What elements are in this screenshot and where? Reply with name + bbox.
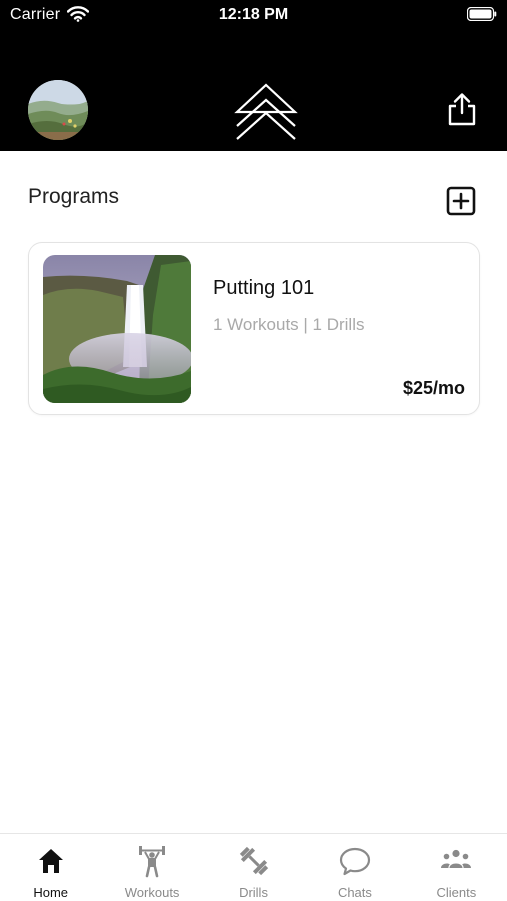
waterfall-image <box>43 255 191 403</box>
clients-group-icon <box>441 849 472 868</box>
tab-label: Home <box>33 885 69 900</box>
tab-drills[interactable]: Drills <box>203 834 304 901</box>
tab-workouts[interactable]: Workouts <box>101 834 202 901</box>
tab-label: Workouts <box>124 885 180 900</box>
share-icon[interactable] <box>446 92 478 126</box>
plus-square-icon[interactable] <box>446 186 476 216</box>
tab-label: Chats <box>337 885 372 900</box>
weightlifter-icon <box>139 846 166 878</box>
tab-chats[interactable]: Chats <box>304 834 405 901</box>
chat-bubble-icon <box>339 847 371 876</box>
dumbbell-icon <box>239 846 268 876</box>
program-meta: 1 Workouts | 1 Drills <box>213 315 365 334</box>
tab-clients[interactable]: Clients <box>406 834 507 901</box>
avatar-image <box>28 80 88 140</box>
program-price: $25/mo <box>402 378 465 398</box>
double-chevron-up-logo <box>234 83 298 140</box>
program-title: Putting 101 <box>213 277 315 299</box>
status-time: 12:18 PM <box>218 6 289 23</box>
tab-label: Drills <box>239 885 268 900</box>
status-bar: Carrier 12:18 PM <box>0 0 507 30</box>
profile-avatar[interactable] <box>28 80 88 140</box>
programs-title: Programs <box>28 185 120 208</box>
top-header: Carrier 12:18 PM <box>0 0 507 151</box>
battery-icon <box>467 7 497 21</box>
program-card[interactable]: Putting 101 1 Workouts | 1 Drills $25/mo <box>28 242 480 415</box>
home-icon <box>38 849 63 873</box>
program-thumbnail <box>43 255 191 403</box>
tab-label: Clients <box>436 885 477 900</box>
tab-bar: Home Workouts Drills Chats Clients <box>0 833 507 901</box>
tab-home[interactable]: Home <box>0 834 101 901</box>
